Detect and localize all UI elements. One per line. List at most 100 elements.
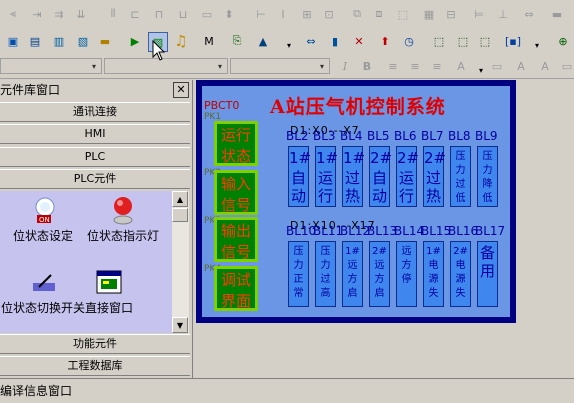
font-size-combo[interactable]: ▾ [104, 58, 228, 74]
trend-graph-icon[interactable]: ⬚ [430, 32, 448, 50]
distribute-v-icon[interactable]: ⊥ [494, 5, 512, 23]
category-plc-elements[interactable]: PLC元件 [0, 169, 190, 189]
bit-lamp[interactable]: 2#远方启 [369, 241, 390, 307]
nav-button-input-signal[interactable]: 输入 信号 [214, 170, 258, 215]
font-combo[interactable]: ▾ [0, 58, 102, 74]
scroll-thumb[interactable] [172, 208, 188, 222]
hmi-screen[interactable]: PBCT0 A站压气机控制系统 PK1 运行 状态 PK2 输入 信号 PK3 … [196, 80, 516, 323]
equal-size-icon[interactable]: ▭ [198, 5, 216, 23]
align-right-icon[interactable]: ⇉ [50, 5, 68, 23]
align-bottom-icon[interactable]: ⊏ [126, 5, 144, 23]
function-key-icon[interactable]: ▬ [96, 32, 114, 50]
chevron-down-icon[interactable]: ▾ [528, 36, 546, 54]
category-plc[interactable]: PLC [0, 147, 190, 167]
bit-lamp[interactable]: 备用 [477, 241, 498, 307]
align-left-text-icon[interactable]: ≡ [384, 57, 402, 75]
bit-lamp-text: 压力正常 [293, 246, 304, 299]
alarm-graph-icon[interactable]: ⬚ [454, 32, 472, 50]
close-icon[interactable]: ✕ [173, 82, 189, 98]
bit-set-icon[interactable]: ▥ [50, 32, 68, 50]
upload-icon[interactable]: ⬆ [376, 32, 394, 50]
scroll-up-icon[interactable]: ▲ [172, 191, 188, 207]
bit-lamp[interactable]: 1# 运行 [315, 146, 338, 207]
bit-lamp[interactable]: 2# 运行 [396, 146, 419, 207]
align-center-icon[interactable]: ⇥ [28, 5, 46, 23]
bar-graph-icon[interactable]: ▮ [326, 32, 344, 50]
chevron-down-icon: ▾ [319, 61, 324, 71]
distribute-h-icon[interactable]: ⊨ [470, 5, 488, 23]
bit-lamp[interactable]: 1# 过热 [342, 146, 365, 207]
message-icon[interactable]: M [200, 32, 218, 50]
scroll-down-icon[interactable]: ▼ [172, 317, 188, 333]
bit-lamp[interactable]: 1# 自动 [288, 146, 311, 207]
list-item[interactable]: ON 位状态设定 [0, 195, 86, 243]
bit-lamp[interactable]: 压力过高 [315, 241, 336, 307]
item-label: 位状态设定 [12, 229, 73, 243]
history-graph-icon[interactable]: ⬚ [476, 32, 494, 50]
screen-switch-icon[interactable]: ▶ [126, 32, 144, 50]
sound-icon[interactable]: ♫ [172, 32, 190, 50]
bit-lamp[interactable]: 压力正常 [288, 241, 309, 307]
delete-icon[interactable]: ✕ [350, 32, 368, 50]
text-bg-icon[interactable]: A [536, 57, 554, 75]
clock-icon[interactable]: ◷ [400, 32, 418, 50]
bit-label: BL3 [313, 129, 336, 143]
align-center-text-icon[interactable]: ≡ [406, 57, 424, 75]
front-icon[interactable]: ⧉ [348, 5, 366, 23]
back-icon[interactable]: ⧈ [370, 5, 388, 23]
bit-lamp[interactable]: 1#电源失 [423, 241, 444, 307]
forward-icon[interactable]: ⬚ [394, 5, 412, 23]
list-item[interactable]: 直接窗口 [66, 267, 152, 315]
text-frame-icon[interactable]: A [512, 57, 530, 75]
text-border-icon[interactable]: ▭ [558, 57, 574, 75]
center-h-icon[interactable]: ⇔ [520, 5, 538, 23]
center-v-icon[interactable]: ▬ [548, 5, 566, 23]
bold-button[interactable]: B [358, 57, 376, 75]
vertical-scrollbar[interactable]: ▲ ▼ [172, 191, 189, 333]
chevron-down-icon[interactable]: ▾ [280, 36, 298, 54]
category-hmi[interactable]: HMI [0, 124, 190, 144]
style-combo[interactable]: ▾ [230, 58, 330, 74]
align-middle-icon[interactable]: ⫴ [104, 5, 122, 23]
text-color-icon[interactable]: A [452, 57, 470, 75]
equal-width-icon[interactable]: ⊓ [150, 5, 168, 23]
ungroup-icon[interactable]: ⊢ [252, 5, 270, 23]
category-comm[interactable]: 通讯连接 [0, 102, 190, 122]
nav-button-debug[interactable]: 调试 界面 [214, 266, 258, 311]
bit-lamp[interactable]: 2#电源失 [450, 241, 471, 307]
category-project-database[interactable]: 工程数据库 [0, 356, 190, 376]
spacing-icon[interactable]: I [274, 5, 292, 23]
nav-button-output-signal[interactable]: 输出 信号 [214, 217, 258, 262]
list-item[interactable]: 位状态指示灯 [80, 195, 166, 243]
hmi-screen-bg: PBCT0 A站压气机控制系统 PK1 运行 状态 PK2 输入 信号 PK3 … [202, 86, 510, 317]
equal-height-icon[interactable]: ⊔ [174, 5, 192, 23]
bit-lamp[interactable]: 远方停 [396, 241, 417, 307]
tab-order-icon[interactable]: ⊡ [320, 5, 338, 23]
italic-button[interactable]: I [336, 57, 354, 75]
grid-icon[interactable]: ▦ [420, 5, 438, 23]
group-icon[interactable]: ⬍ [220, 5, 238, 23]
nav-button-run-status[interactable]: 运行 状态 [214, 121, 258, 166]
snap-icon[interactable]: ⊟ [442, 5, 460, 23]
word-set-icon[interactable]: ▧ [74, 32, 92, 50]
align-left-icon[interactable]: ⫷ [4, 5, 22, 23]
bit-lamp[interactable]: 压力过低 [450, 146, 471, 207]
macro-icon[interactable]: ▲ [254, 32, 272, 50]
bit-lamp[interactable]: 1#远方启 [342, 241, 363, 307]
bit-lamp[interactable]: 2# 过热 [423, 146, 446, 207]
bit-lamp[interactable]: 2# 自动 [369, 146, 392, 207]
layer-icon[interactable]: ⊞ [298, 5, 316, 23]
align-top-icon[interactable]: ⇊ [72, 5, 90, 23]
bit-lamp[interactable]: 压力降低 [477, 146, 498, 207]
bit-lamp-icon[interactable]: ▣ [4, 32, 22, 50]
add-icon[interactable]: ⊕ [554, 32, 572, 50]
fill-color-icon[interactable]: ▭ [488, 57, 506, 75]
word-lamp-icon[interactable]: ▤ [26, 32, 44, 50]
data-transfer-icon[interactable]: ⎘ [228, 32, 246, 50]
copy-element-icon[interactable]: ⇔ [302, 32, 320, 50]
window-frame-icon[interactable]: [▪] [504, 32, 522, 50]
bit-lamp-text: 过热 [344, 169, 360, 205]
bit-lamp-text: 2#电源失 [453, 246, 468, 299]
category-function-elements[interactable]: 功能元件 [0, 334, 190, 354]
align-right-text-icon[interactable]: ≡ [428, 57, 446, 75]
